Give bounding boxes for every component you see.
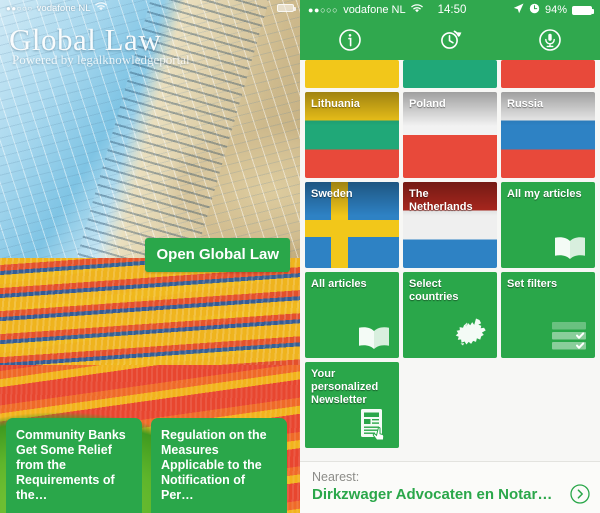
tile-label: All articles [311,278,367,290]
brand-subtitle: Powered by legalknowledgeportal [12,52,190,67]
location-arrow-icon [513,3,524,17]
nearest-label: Nearest: [312,470,360,484]
tile-country-poland[interactable]: Poland [403,92,497,178]
top-toolbar [300,20,600,60]
article-card[interactable]: Community Banks Get Some Relief from the… [6,418,142,513]
tile-personalized-newsletter[interactable]: Your personalized Newsletter [305,362,399,448]
history-clock-icon[interactable] [438,28,462,52]
tile-label: Sweden [311,188,353,200]
tile-row: All articles Select countries Set filter… [305,272,595,358]
tile-row: Your personalized Newsletter [305,362,595,448]
tile-label: Russia [507,98,544,110]
tile-partial-red[interactable] [501,60,595,88]
battery-icon [277,4,296,12]
tile-label: Lithuania [311,98,360,110]
microphone-circle-icon[interactable] [538,28,562,52]
nearest-name: Dirkzwager Advocaten en Notar… [312,486,553,503]
carrier-label: vodafone NL [343,4,406,16]
signal-dots-icon: ●●○○○ [308,5,339,15]
tile-country-lithuania[interactable]: Lithuania [305,92,399,178]
tile-set-filters[interactable]: Set filters [501,272,595,358]
tile-all-articles[interactable]: All articles [305,272,399,358]
tile-select-countries[interactable]: Select countries [403,272,497,358]
chevron-right-circle-icon[interactable] [570,484,590,504]
tile-label: The Netherlands [409,188,473,213]
checklist-icon [551,321,587,351]
left-screen-splash: ●●○○○ vodafone NL Global Law Powered by … [0,0,300,513]
tile-partial-yellow[interactable] [305,60,399,88]
alarm-icon [529,3,540,17]
battery-percent-label: 94% [544,4,567,16]
tile-grid: Lithuania Poland Russia Sweden The Nethe… [300,60,600,448]
article-title: Regulation on the Measures Applicable to… [161,428,267,502]
carrier-label: vodafone NL [36,2,91,14]
newspaper-icon [359,407,391,441]
left-status-bar: ●●○○○ vodafone NL [0,0,300,16]
article-title: Community Banks Get Some Relief from the… [16,428,126,502]
tile-partial-green[interactable] [403,60,497,88]
tile-row: Lithuania Poland Russia [305,92,595,178]
signal-dots-icon: ●●○○○ [6,3,33,13]
tile-label: All my articles [507,188,582,200]
tile-country-sweden[interactable]: Sweden [305,182,399,268]
tile-country-netherlands[interactable]: The Netherlands [403,182,497,268]
tile-label: Set filters [507,278,558,290]
tile-row: Sweden The Netherlands All my articles [305,182,595,268]
tile-label: Poland [409,98,446,110]
tile-label: Select countries [409,278,459,303]
open-book-icon [357,325,391,351]
right-status-bar: ●●○○○ vodafone NL 14:50 94% [300,0,600,20]
nearest-panel[interactable]: Nearest: Dirkzwager Advocaten en Notar… [300,461,600,513]
right-screen-home: ●●○○○ vodafone NL 14:50 94% Lithuania Po… [300,0,600,513]
europe-map-icon [455,317,489,351]
tile-country-russia[interactable]: Russia [501,92,595,178]
open-book-icon [553,235,587,261]
clock-label: 14:50 [437,4,467,16]
tile-all-my-articles[interactable]: All my articles [501,182,595,268]
wifi-icon [410,4,423,16]
tile-label: Your personalized Newsletter [311,368,379,406]
wifi-icon [94,2,107,14]
article-card-list: Community Banks Get Some Relief from the… [6,418,287,513]
tile-row-partial [305,60,595,88]
open-global-law-button[interactable]: Open Global Law [145,238,290,272]
article-card[interactable]: Regulation on the Measures Applicable to… [151,418,287,513]
screenshot-root: ●●○○○ vodafone NL Global Law Powered by … [0,0,600,513]
info-circle-icon[interactable] [338,28,362,52]
battery-icon [572,5,594,15]
